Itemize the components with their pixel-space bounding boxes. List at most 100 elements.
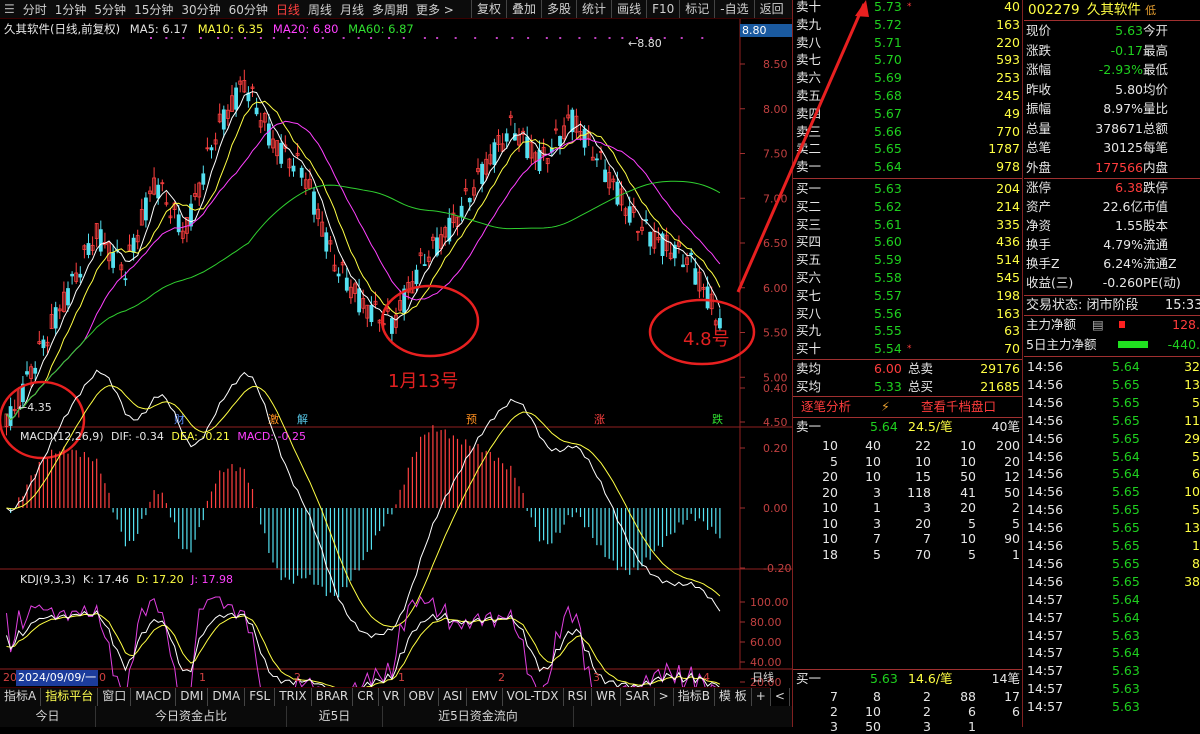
tab-10[interactable]: VR <box>379 688 405 706</box>
orderbook-row-ask-0[interactable]: 卖十 5.73 * 40 <box>794 0 1022 16</box>
orderbook-row-ask-8[interactable]: 卖二 5.65 1787 <box>794 140 1022 158</box>
period-4[interactable]: 30分钟 <box>177 1 224 18</box>
tick-tabs: 逐笔分析 ⚡ 查看千档盘口 <box>793 396 1022 418</box>
bid-price: 5.62 <box>874 198 902 216</box>
period-6[interactable]: 日线 <box>272 1 304 18</box>
tick-cell: 10 <box>960 438 976 453</box>
menu-toggle-icon[interactable]: ☰ <box>0 2 19 16</box>
tab-18[interactable]: > <box>655 688 674 706</box>
period-9[interactable]: 多周期 <box>368 1 412 18</box>
bid-price: 5.55 <box>874 322 902 340</box>
trade-row: 14:56 5.65 29 <box>1024 430 1200 448</box>
bid-volume: 335 <box>996 216 1020 234</box>
period-10[interactable]: 更多 > <box>412 1 458 18</box>
orderbook-row-bid-5[interactable]: 买六 5.58 545 <box>794 269 1022 287</box>
footer-tab-2[interactable]: 近5日 <box>287 706 383 727</box>
orderbook-row-bid-9[interactable]: 买十 5.54 * 70 <box>794 340 1022 358</box>
toolbar-action-8[interactable]: 返回 <box>754 0 789 18</box>
orderbook-row-ask-9[interactable]: 卖一 5.64 978 <box>794 158 1022 176</box>
tab-2[interactable]: 窗口 <box>98 688 131 706</box>
toolbar-action-7[interactable]: -自选 <box>714 0 753 18</box>
orderbook-row-ask-3[interactable]: 卖七 5.70 593 <box>794 51 1022 69</box>
period-7[interactable]: 周线 <box>304 1 336 18</box>
toolbar-action-6[interactable]: 标记 <box>679 0 714 18</box>
annotation-jan13: 1月13号 <box>388 367 458 393</box>
tab-6[interactable]: FSL <box>245 688 275 706</box>
orderbook-row-ask-1[interactable]: 卖九 5.72 163 <box>794 16 1022 34</box>
tab-tick-analysis[interactable]: 逐笔分析 <box>801 397 851 417</box>
toolbar-action-2[interactable]: 多股 <box>541 0 576 18</box>
ma60-value: MA60: 6.87 <box>348 22 414 36</box>
bid-price: 5.59 <box>874 251 902 269</box>
tab-17[interactable]: SAR <box>621 688 654 706</box>
tick-cell: 7 <box>830 689 838 704</box>
ask-price: 5.66 <box>874 123 902 141</box>
tab-8[interactable]: BRAR <box>312 688 354 706</box>
orderbook-row-ask-2[interactable]: 卖八 5.71 220 <box>794 34 1022 52</box>
footer-tab-0[interactable]: 今日 <box>0 706 96 727</box>
tab-7[interactable]: TRIX <box>275 688 311 706</box>
tab-12[interactable]: ASI <box>439 688 467 706</box>
trade-list[interactable]: 14:56 5.64 32 14:56 5.65 13 14:56 5.65 5 14:56 5.6… <box>1024 358 1200 727</box>
orderbook-row-bid-8[interactable]: 买九 5.55 63 <box>794 322 1022 340</box>
period-5[interactable]: 60分钟 <box>225 1 272 18</box>
tab-4[interactable]: DMI <box>176 688 208 706</box>
tab-15[interactable]: RSI <box>564 688 593 706</box>
candle-body <box>526 137 529 158</box>
tab-21[interactable]: + <box>752 688 771 706</box>
orderbook-row-bid-2[interactable]: 买三 5.61 335 <box>794 216 1022 234</box>
stat-label: 换手Z <box>1026 255 1060 273</box>
orderbook-row-bid-3[interactable]: 买四 5.60 436 <box>794 233 1022 251</box>
trade-row: 14:56 5.64 5 <box>1024 448 1200 466</box>
tab-5[interactable]: DMA <box>208 688 245 706</box>
orderbook-row-bid-6[interactable]: 买七 5.57 198 <box>794 287 1022 305</box>
toolbar-action-1[interactable]: 叠加 <box>506 0 541 18</box>
period-0[interactable]: 分时 <box>19 1 51 18</box>
kdj-legend: KDJ(9,3,3) K: 17.46 D: 17.20 J: 17.98 <box>20 573 233 586</box>
tab-3[interactable]: MACD <box>131 688 176 706</box>
trade-row: 14:56 5.65 13 <box>1024 376 1200 394</box>
trade-price: 5.65 <box>1112 501 1140 519</box>
tick-cell: 17 <box>1004 689 1020 704</box>
trade-volume: 13 <box>1184 376 1200 394</box>
candle-body <box>390 319 393 334</box>
trade-status: 交易状态: 闭市阶段 15:33 <box>1024 295 1200 316</box>
orderbook-row-bid-0[interactable]: 买一 5.63 204 <box>794 180 1022 198</box>
tab-14[interactable]: VOL-TDX <box>503 688 564 706</box>
orderbook-row-bid-1[interactable]: 买二 5.62 214 <box>794 198 1022 216</box>
toolbar-action-5[interactable]: F10 <box>646 0 679 18</box>
tab-19[interactable]: 指标B <box>674 688 715 706</box>
toolbar-action-4[interactable]: 画线 <box>611 0 646 18</box>
period-8[interactable]: 月线 <box>336 1 368 18</box>
tab-9[interactable]: CR <box>353 688 379 706</box>
footer-tab-1[interactable]: 今日资金占比 <box>96 706 287 727</box>
toolbar-action-0[interactable]: 复权 <box>471 0 506 18</box>
signal-dot <box>701 37 703 39</box>
tab-20[interactable]: 模 板 <box>715 688 752 706</box>
tab-0[interactable]: 指标A <box>0 688 41 706</box>
orderbook-row-bid-7[interactable]: 买八 5.56 163 <box>794 305 1022 323</box>
flow-label: 5日主力净额 <box>1026 336 1096 354</box>
orderbook-row-ask-4[interactable]: 卖六 5.69 253 <box>794 69 1022 87</box>
tab-11[interactable]: OBV <box>405 688 440 706</box>
signal-dot <box>511 37 513 39</box>
tab-16[interactable]: WR <box>592 688 621 706</box>
tab-thousand-book[interactable]: 查看千档盘口 <box>921 397 996 417</box>
candle-body <box>87 243 90 254</box>
kline-chart-canvas[interactable]: 8.508.007.507.006.506.005.505.004.50←8.8… <box>0 19 792 687</box>
footer-tab-3[interactable]: 近5日资金流向 <box>383 706 574 727</box>
period-3[interactable]: 15分钟 <box>130 1 177 18</box>
tab-1[interactable]: 指标平台 <box>41 688 98 706</box>
orderbook-row-ask-7[interactable]: 卖三 5.66 770 <box>794 123 1022 141</box>
orderbook-row-ask-6[interactable]: 卖四 5.67 49 <box>794 105 1022 123</box>
orderbook-row-ask-5[interactable]: 卖五 5.68 245 <box>794 87 1022 105</box>
bid-level-label: 买十 <box>796 340 821 358</box>
orderbook-row-bid-4[interactable]: 买五 5.59 514 <box>794 251 1022 269</box>
period-1[interactable]: 1分钟 <box>51 1 91 18</box>
tab-22[interactable]: < <box>771 688 790 706</box>
bid-level-label: 买九 <box>796 322 821 340</box>
tab-13[interactable]: EMV <box>467 688 502 706</box>
trade-time: 14:56 <box>1027 394 1063 412</box>
toolbar-action-3[interactable]: 统计 <box>576 0 611 18</box>
period-2[interactable]: 5分钟 <box>90 1 130 18</box>
